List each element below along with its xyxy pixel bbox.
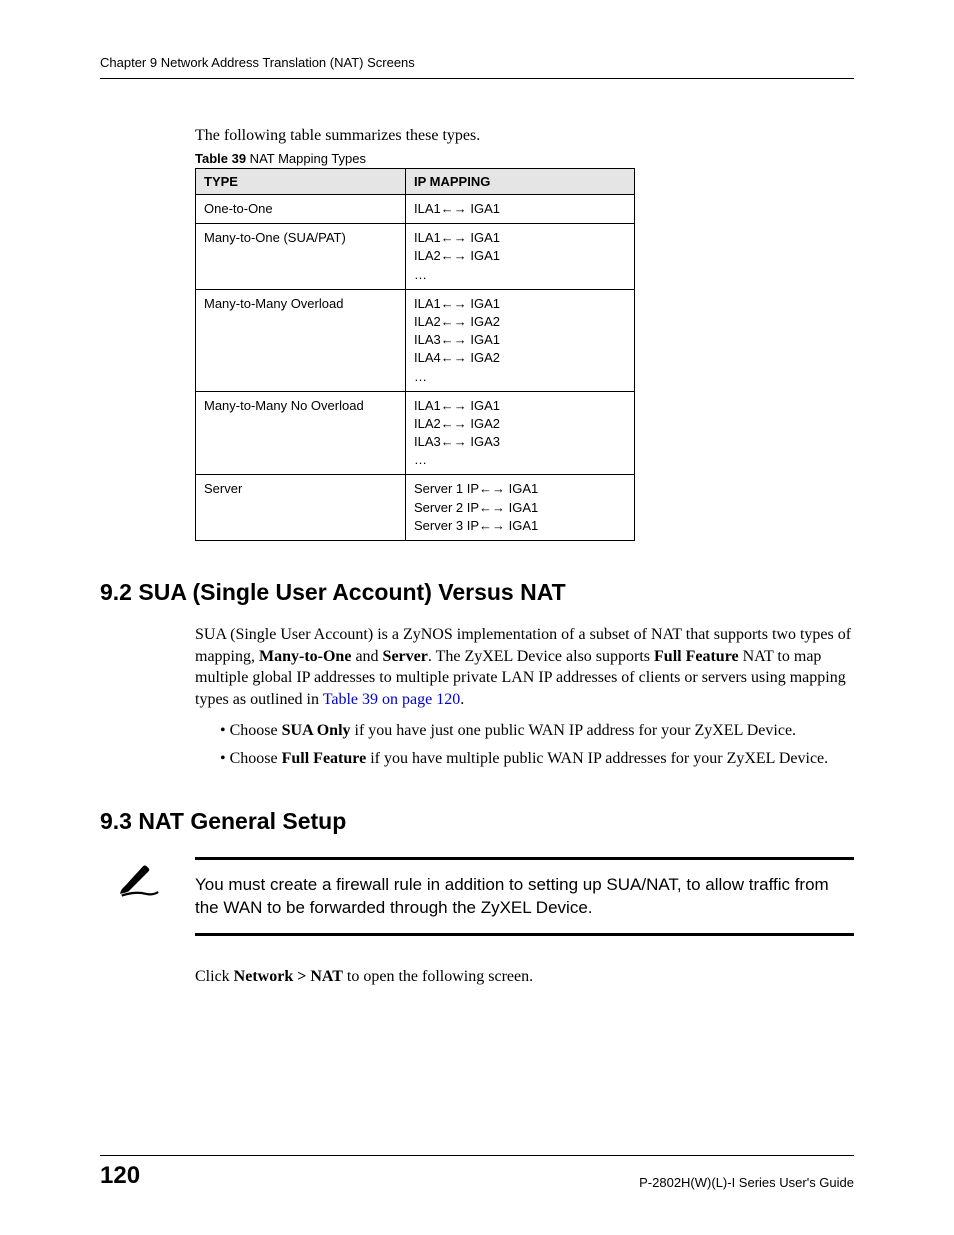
list-item: Choose SUA Only if you have just one pub… [220,720,854,742]
table-row: One-to-One ILA1←→ IGA1 [196,195,635,224]
list-text: Choose [230,722,282,739]
table-header-type: TYPE [196,169,406,195]
list-text: if you have just one public WAN IP addre… [351,722,797,739]
note-block: You must create a firewall rule in addit… [195,857,854,937]
intro-text: The following table summarizes these typ… [195,127,854,145]
list-item: Choose Full Feature if you have multiple… [220,748,854,770]
cell-mapping: ILA1←→ IGA1 [406,195,635,224]
cell-type: Many-to-Many Overload [196,289,406,391]
table-caption-title: NAT Mapping Types [246,151,366,166]
table-header-mapping: IP MAPPING [406,169,635,195]
click-instruction: Click Network > NAT to open the followin… [195,968,854,986]
table-caption-number: Table 39 [195,151,246,166]
cell-mapping: ILA1←→ IGA1 ILA2←→ IGA2 ILA3←→ IGA1 ILA4… [406,289,635,391]
section-9-3-heading: 9.3 NAT General Setup [100,808,854,835]
section-9-2-paragraph: SUA (Single User Account) is a ZyNOS imp… [195,624,854,710]
click-bold: Network > NAT [234,968,343,985]
list-bold: Full Feature [282,750,367,767]
section-9-2-heading: 9.2 SUA (Single User Account) Versus NAT [100,579,854,606]
cell-mapping: ILA1←→ IGA1 ILA2←→ IGA1 … [406,224,635,290]
bullet-list: Choose SUA Only if you have just one pub… [220,720,854,769]
cell-type: Many-to-One (SUA/PAT) [196,224,406,290]
click-text: Click [195,968,234,985]
table-row: Server Server 1 IP←→ IGA1 Server 2 IP←→ … [196,475,635,541]
page-number: 120 [100,1162,140,1190]
note-text: You must create a firewall rule in addit… [195,874,854,920]
cell-mapping: Server 1 IP←→ IGA1 Server 2 IP←→ IGA1 Se… [406,475,635,541]
nat-mapping-table: TYPE IP MAPPING One-to-One ILA1←→ IGA1 M… [195,168,635,541]
list-bold: SUA Only [282,722,351,739]
page-footer: 120 P-2802H(W)(L)-I Series User's Guide [100,1155,854,1190]
para-bold: Server [383,648,428,665]
click-text: to open the following screen. [343,968,533,985]
cell-type: Many-to-Many No Overload [196,391,406,475]
list-text: Choose [230,750,282,767]
para-bold: Many-to-One [259,648,351,665]
table-row: Many-to-Many Overload ILA1←→ IGA1 ILA2←→… [196,289,635,391]
para-text: . The ZyXEL Device also supports [428,648,654,665]
para-bold: Full Feature [654,648,739,665]
cell-type: One-to-One [196,195,406,224]
list-text: if you have multiple public WAN IP addre… [366,750,828,767]
table-row: Many-to-Many No Overload ILA1←→ IGA1 ILA… [196,391,635,475]
table-cross-reference-link[interactable]: Table 39 on page 120 [323,691,461,708]
note-pen-icon [117,860,162,900]
para-text: . [460,691,464,708]
cell-type: Server [196,475,406,541]
cell-mapping: ILA1←→ IGA1 ILA2←→ IGA2 ILA3←→ IGA3 … [406,391,635,475]
para-text: and [351,648,382,665]
table-row: Many-to-One (SUA/PAT) ILA1←→ IGA1 ILA2←→… [196,224,635,290]
chapter-header: Chapter 9 Network Address Translation (N… [100,55,854,79]
table-caption: Table 39 NAT Mapping Types [195,151,854,166]
guide-name: P-2802H(W)(L)-I Series User's Guide [639,1175,854,1190]
